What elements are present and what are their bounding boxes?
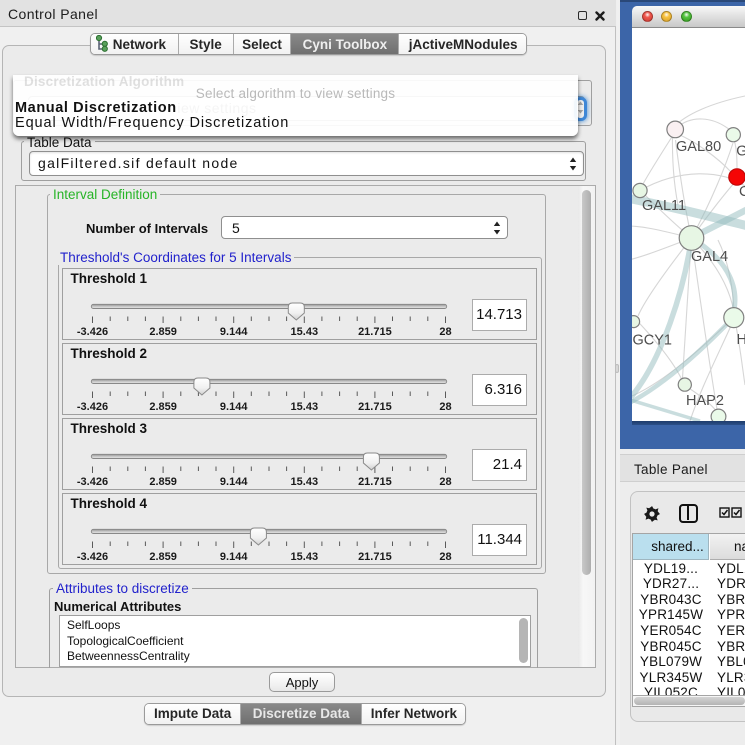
- svg-text:2.859: 2.859: [149, 476, 177, 488]
- svg-text:-3.426: -3.426: [76, 401, 107, 413]
- svg-text:GAL11: GAL11: [642, 198, 686, 214]
- svg-text:28: 28: [439, 401, 451, 413]
- svg-text:21.715: 21.715: [358, 551, 392, 563]
- svg-text:9.144: 9.144: [219, 476, 247, 488]
- svg-text:21.715: 21.715: [358, 401, 392, 413]
- svg-text:15.43: 15.43: [290, 551, 318, 563]
- svg-text:GA: GA: [736, 144, 745, 160]
- svg-text:9.144: 9.144: [219, 401, 247, 413]
- svg-text:GAL4: GAL4: [691, 249, 728, 265]
- svg-text:9.144: 9.144: [219, 326, 247, 338]
- svg-text:21.715: 21.715: [358, 326, 392, 338]
- svg-text:-3.426: -3.426: [76, 326, 107, 338]
- svg-text:15.43: 15.43: [290, 326, 318, 338]
- svg-text:28: 28: [439, 476, 451, 488]
- svg-text:15.43: 15.43: [290, 401, 318, 413]
- svg-text:2.859: 2.859: [149, 551, 177, 563]
- svg-text:21.715: 21.715: [358, 476, 392, 488]
- svg-text:28: 28: [439, 551, 451, 563]
- svg-text:9.144: 9.144: [219, 551, 247, 563]
- svg-text:-3.426: -3.426: [76, 551, 107, 563]
- svg-text:2.859: 2.859: [149, 326, 177, 338]
- svg-text:GCY1: GCY1: [633, 333, 673, 349]
- svg-text:GAL80: GAL80: [676, 139, 721, 155]
- svg-text:CA: CA: [739, 184, 745, 200]
- svg-text:-3.426: -3.426: [76, 476, 107, 488]
- svg-text:HAP2: HAP2: [686, 393, 724, 409]
- svg-text:H: H: [737, 332, 745, 348]
- svg-text:28: 28: [439, 326, 451, 338]
- svg-text:15.43: 15.43: [290, 476, 318, 488]
- svg-text:2.859: 2.859: [149, 401, 177, 413]
